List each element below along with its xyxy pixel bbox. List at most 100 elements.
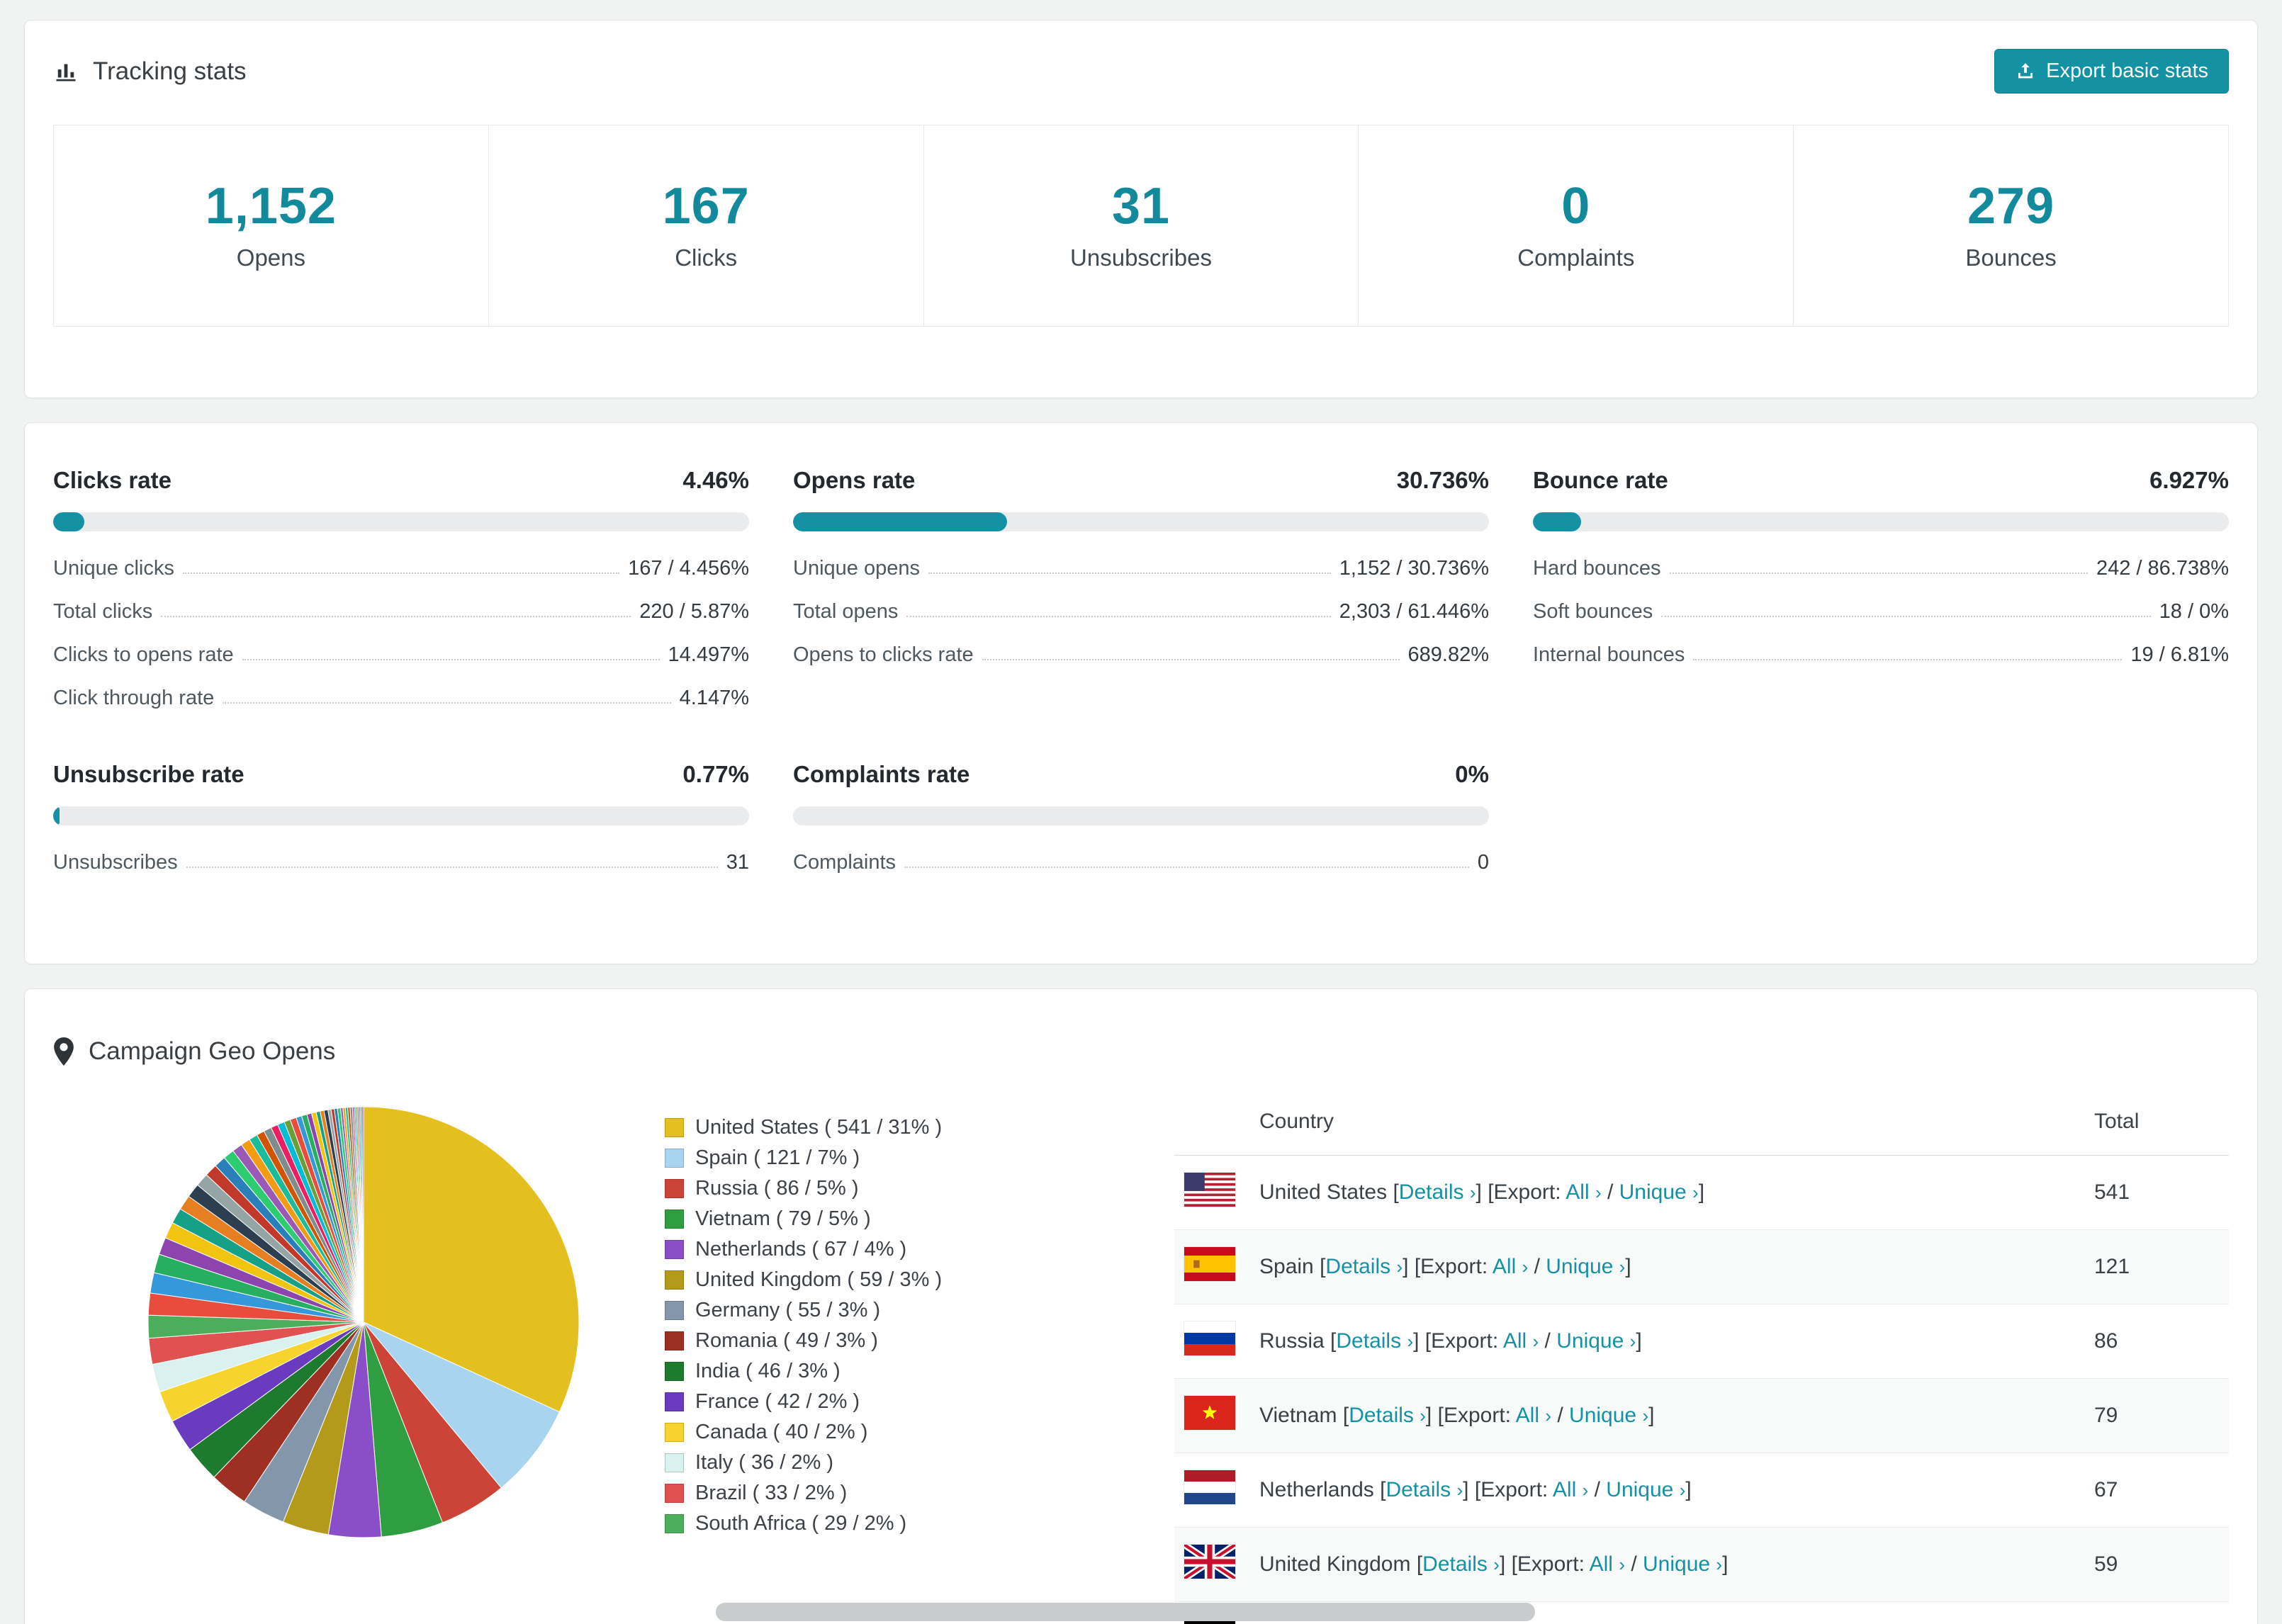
rate-progress-fill	[53, 512, 84, 531]
country-total: 67	[2094, 1453, 2229, 1528]
export-label: [Export:	[1437, 1404, 1511, 1427]
metric-row: Clicks to opens rate 14.497%	[53, 633, 749, 677]
export-basic-stats-button[interactable]: Export basic stats	[1994, 49, 2229, 94]
dotted-leader	[906, 616, 1331, 617]
metric-row: Total clicks 220 / 5.87%	[53, 590, 749, 633]
flag-gb-icon	[1184, 1545, 1235, 1579]
export-unique-link[interactable]: Unique ›	[1619, 1180, 1699, 1204]
legend-item: India ( 46 / 3% )	[665, 1356, 1174, 1387]
legend-swatch	[665, 1209, 684, 1229]
legend-label: Spain ( 121 / 7% )	[695, 1146, 860, 1169]
chevron-right-icon: ›	[1716, 1554, 1723, 1575]
country-cell: United States [Details ›] [Export: All ›…	[1259, 1156, 2094, 1230]
rate-progress-fill	[1533, 512, 1582, 531]
details-link[interactable]: Details ›	[1349, 1404, 1426, 1427]
metric-label: Total clicks	[53, 600, 153, 623]
chevron-right-icon: ›	[1629, 1331, 1636, 1352]
metric-label: Unique opens	[793, 557, 920, 580]
legend-label: Italy ( 36 / 2% )	[695, 1451, 834, 1474]
rate-rows: Complaints 0	[793, 841, 1489, 884]
metric-label: Complaints	[793, 851, 896, 874]
legend-item: Vietnam ( 79 / 5% )	[665, 1204, 1174, 1234]
rate-rows: Hard bounces 242 / 86.738% Soft bounces 18 …	[1533, 547, 2229, 677]
stat-box-opens: 1,152 Opens	[53, 125, 489, 327]
metric-row: Click through rate 4.147%	[53, 677, 749, 720]
export-all-link[interactable]: All ›	[1503, 1329, 1539, 1353]
slash-separator: /	[1551, 1404, 1570, 1427]
bracket: ]	[1425, 1404, 1432, 1427]
rates-grid: Clicks rate 4.46% Unique clicks 167 / 4.456…	[53, 467, 2229, 884]
metric-label: Unsubscribes	[53, 851, 178, 874]
details-link[interactable]: Details ›	[1386, 1478, 1463, 1501]
chevron-right-icon: ›	[1619, 1554, 1625, 1575]
metric-label: Unique clicks	[53, 557, 174, 580]
bracket: ]	[1722, 1552, 1729, 1576]
legend-label: Romania ( 49 / 3% )	[695, 1329, 878, 1352]
metric-row: Soft bounces 18 / 0%	[1533, 590, 2229, 633]
country-total: 86	[2094, 1304, 2229, 1379]
country-total: 121	[2094, 1229, 2229, 1304]
country-cell: Spain [Details ›] [Export: All › / Uniqu…	[1259, 1229, 2094, 1304]
export-all-link[interactable]: All ›	[1566, 1180, 1601, 1204]
dotted-leader	[1661, 616, 2151, 617]
export-label: [Export:	[1474, 1478, 1548, 1501]
details-link[interactable]: Details ›	[1336, 1329, 1413, 1353]
rate-rows: Unique clicks 167 / 4.456% Total clicks 220…	[53, 547, 749, 720]
geo-title-text: Campaign Geo Opens	[89, 1037, 336, 1065]
legend-swatch	[665, 1270, 684, 1290]
legend-swatch	[665, 1240, 684, 1259]
legend-label: Netherlands ( 67 / 4% )	[695, 1238, 907, 1261]
export-unique-link[interactable]: Unique ›	[1569, 1404, 1648, 1427]
export-all-link[interactable]: All ›	[1590, 1552, 1625, 1576]
geo-title: Campaign Geo Opens	[53, 1037, 2229, 1066]
rate-head: Clicks rate 4.46%	[53, 467, 749, 494]
export-all-link[interactable]: All ›	[1553, 1478, 1588, 1501]
legend-label: United Kingdom ( 59 / 3% )	[695, 1268, 943, 1291]
legend-swatch	[665, 1149, 684, 1168]
stat-box-clicks: 167 Clicks	[488, 125, 924, 327]
rate-value: 6.927%	[2149, 467, 2229, 493]
flag-vn-icon	[1184, 1396, 1235, 1430]
metric-label: Opens to clicks rate	[793, 643, 974, 666]
details-link[interactable]: Details ›	[1399, 1180, 1476, 1204]
export-unique-link[interactable]: Unique ›	[1643, 1552, 1722, 1576]
export-all-link[interactable]: All ›	[1516, 1404, 1551, 1427]
metric-row: Unique clicks 167 / 4.456%	[53, 547, 749, 590]
legend-item: Germany ( 55 / 3% )	[665, 1295, 1174, 1326]
details-link[interactable]: Details ›	[1422, 1552, 1500, 1576]
legend-swatch	[665, 1453, 684, 1472]
rate-section-unsubscribe-rate: Unsubscribe rate 0.77% Unsubscribes 31	[53, 761, 749, 884]
export-unique-link[interactable]: Unique ›	[1556, 1329, 1636, 1353]
bracket: ]	[1476, 1180, 1482, 1204]
metric-value: 242 / 86.738%	[2096, 557, 2229, 580]
metric-value: 19 / 6.81%	[2130, 643, 2229, 666]
metric-value: 14.497%	[668, 643, 750, 666]
tracking-stats-title-text: Tracking stats	[93, 57, 247, 85]
export-label: [Export:	[1414, 1255, 1488, 1278]
dotted-leader	[223, 702, 671, 704]
rate-progress-bar	[53, 512, 749, 531]
export-unique-link[interactable]: Unique ›	[1606, 1478, 1685, 1501]
rate-title: Unsubscribe rate	[53, 761, 244, 787]
dotted-leader	[242, 659, 660, 660]
legend-item: South Africa ( 29 / 2% )	[665, 1509, 1174, 1539]
export-unique-link[interactable]: Unique ›	[1546, 1255, 1625, 1278]
flag-cell	[1174, 1453, 1259, 1528]
dotted-leader	[904, 867, 1469, 868]
metric-row: Unique opens 1,152 / 30.736%	[793, 547, 1489, 590]
legend-label: Brazil ( 33 / 2% )	[695, 1482, 848, 1504]
rate-progress-fill	[53, 806, 60, 825]
country-cell: Russia [Details ›] [Export: All › / Uniq…	[1259, 1304, 2094, 1379]
flag-es-icon	[1184, 1247, 1235, 1281]
horizontal-scrollbar-thumb[interactable]	[716, 1603, 1535, 1621]
slash-separator: /	[1539, 1329, 1557, 1353]
legend-swatch	[665, 1118, 684, 1137]
legend-item: Romania ( 49 / 3% )	[665, 1326, 1174, 1356]
export-all-link[interactable]: All ›	[1493, 1255, 1528, 1278]
table-row-united-kingdom: United Kingdom [Details ›] [Export: All …	[1174, 1527, 2229, 1602]
stat-value: 167	[662, 177, 750, 235]
details-link[interactable]: Details ›	[1325, 1255, 1403, 1278]
geo-table-header-row: Country Total	[1174, 1105, 2229, 1156]
table-row-netherlands: Netherlands [Details ›] [Export: All › /…	[1174, 1453, 2229, 1528]
legend-item: Brazil ( 33 / 2% )	[665, 1478, 1174, 1509]
